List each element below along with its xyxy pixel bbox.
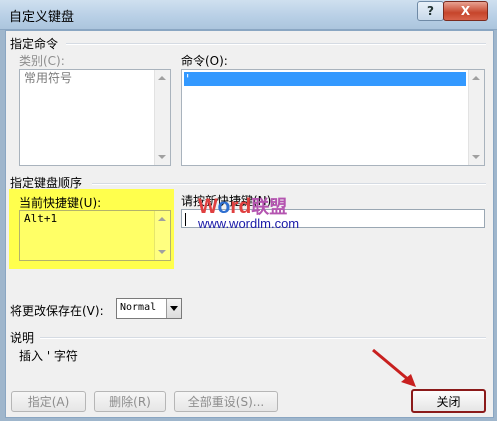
scroll-up-icon[interactable] — [158, 76, 166, 80]
save-in-value: Normal — [120, 302, 157, 313]
current-keys-list[interactable]: Alt+1 — [19, 210, 171, 261]
section-divider — [92, 183, 486, 185]
categories-scrollbar[interactable] — [154, 70, 170, 165]
remove-button[interactable]: 删除(R) — [94, 391, 166, 412]
current-keys-label: 当前快捷键(U): — [19, 196, 102, 210]
reset-all-button[interactable]: 全部重设(S)... — [174, 391, 278, 412]
chevron-down-icon — [170, 306, 178, 311]
dropdown-button[interactable] — [166, 299, 181, 318]
text-caret — [185, 213, 186, 226]
scroll-up-icon[interactable] — [158, 217, 166, 221]
customize-keyboard-dialog: 自定义键盘 ? X 指定命令 类别(C): 常用符号 命令(O): ' 指定键盘… — [0, 0, 497, 421]
red-arrow-icon — [372, 348, 416, 387]
save-in-select[interactable]: Normal — [116, 298, 182, 319]
help-icon: ? — [427, 4, 434, 18]
window-title: 自定义键盘 — [9, 10, 75, 25]
list-item[interactable]: ' — [184, 72, 466, 86]
close-icon: X — [460, 4, 471, 18]
current-keys-scrollbar[interactable] — [154, 211, 170, 260]
list-item[interactable]: 常用符号 — [22, 71, 72, 85]
specify-command-heading: 指定命令 — [10, 37, 59, 51]
section-divider — [66, 43, 486, 45]
save-in-label: 将更改保存在(V): — [10, 304, 104, 318]
watermark-rd: rd — [230, 195, 252, 218]
scroll-down-icon[interactable] — [158, 155, 166, 159]
categories-list[interactable]: 常用符号 — [19, 69, 171, 166]
dialog-body: 指定命令 类别(C): 常用符号 命令(O): ' 指定键盘顺序 当前快捷键(U… — [5, 30, 494, 418]
help-button[interactable]: ? — [417, 1, 444, 21]
commands-list[interactable]: ' — [181, 69, 485, 166]
scroll-down-icon[interactable] — [158, 250, 166, 254]
scroll-down-icon[interactable] — [472, 155, 480, 159]
list-item[interactable]: Alt+1 — [22, 212, 57, 226]
watermark-o: o — [217, 195, 231, 218]
description-heading: 说明 — [10, 331, 35, 345]
scroll-up-icon[interactable] — [472, 76, 480, 80]
watermark-w: W — [198, 195, 218, 218]
commands-scrollbar[interactable] — [468, 70, 484, 165]
watermark-url: www.wordlm.com — [198, 216, 300, 231]
section-divider — [40, 337, 486, 339]
window-close-button[interactable]: X — [443, 1, 488, 21]
title-bar[interactable]: 自定义键盘 ? X — [0, 0, 497, 30]
description-text: 插入 ' 字符 — [19, 349, 78, 363]
watermark-cn: 联盟 — [251, 197, 288, 217]
categories-label: 类别(C): — [19, 54, 65, 68]
commands-label: 命令(O): — [181, 54, 228, 68]
assign-button[interactable]: 指定(A) — [11, 391, 86, 412]
close-button[interactable]: 关闭 — [411, 389, 486, 413]
